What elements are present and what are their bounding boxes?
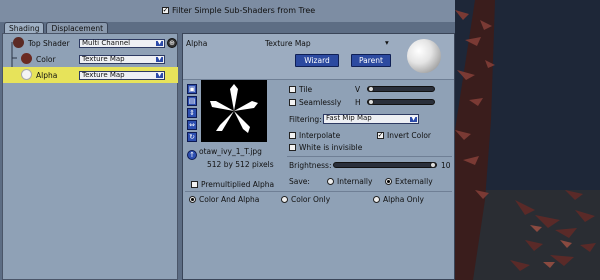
alpha-only-label: Alpha Only (383, 195, 424, 204)
scene-viewport[interactable] (455, 0, 600, 280)
shader-title: Texture Map (265, 39, 311, 48)
tree-item-top-shader[interactable]: Top Shader Multi Channel ▼ ⊕ (3, 35, 178, 51)
select-value: Fast Mip Map (326, 114, 372, 122)
premultiplied-label: Premultiplied Alpha (201, 180, 275, 189)
save-icon[interactable]: ▤ (187, 96, 197, 106)
externally-radio[interactable] (385, 178, 392, 185)
tile-label: Tile (299, 85, 313, 94)
interpolate-option[interactable]: Interpolate (289, 131, 340, 140)
slider-knob[interactable] (368, 86, 374, 92)
seamlessly-label: Seamlessly (299, 98, 342, 107)
white-invisible-checkbox[interactable] (289, 144, 296, 151)
select-value: Multi Channel (82, 39, 131, 47)
filtering-label: Filtering: (289, 115, 322, 124)
tile-option[interactable]: Tile (289, 85, 312, 94)
panel-menu-arrow-icon[interactable]: ▾ (385, 38, 389, 47)
brightness-value: 10 (441, 161, 451, 170)
tree-item-alpha[interactable]: Alpha Texture Map ▼ (3, 67, 178, 83)
channel-name: Alpha (186, 39, 208, 48)
scene-render (455, 0, 600, 280)
internally-radio[interactable] (327, 178, 334, 185)
white-invisible-label: White is invisible (299, 143, 363, 152)
brightness-label: Brightness: (289, 161, 332, 170)
externally-label: Externally (395, 177, 433, 186)
color-and-alpha-radio[interactable] (189, 196, 196, 203)
divider (287, 156, 452, 157)
shader-ball-icon (21, 53, 32, 64)
white-invisible-option[interactable]: White is invisible (289, 143, 362, 152)
interpolate-checkbox[interactable] (289, 132, 296, 139)
rotate-icon[interactable]: ↻ (187, 132, 197, 142)
filter-label: Filter Simple Sub-Shaders from Tree (172, 6, 316, 15)
brightness-slider[interactable] (333, 162, 437, 168)
shader-preview-sphere (407, 39, 441, 73)
invert-color-label: Invert Color (387, 131, 432, 140)
save-label: Save: (289, 177, 310, 186)
up-arrow-icon[interactable]: ↑ (187, 150, 197, 160)
texture-filename: otaw_ivy_1_T.jpg (199, 147, 262, 156)
shader-ball-icon (21, 69, 32, 80)
slider-knob[interactable] (368, 99, 374, 105)
v-label: V (355, 85, 361, 94)
open-folder-icon[interactable]: ▣ (187, 84, 197, 94)
seamlessly-checkbox[interactable] (289, 99, 296, 106)
color-and-alpha-option[interactable]: Color And Alpha (189, 195, 259, 204)
panel-header: Alpha Texture Map ▾ Wizard Parent (183, 34, 454, 80)
texture-dimensions: 512 by 512 pixels (207, 160, 274, 169)
swap-vertical-icon[interactable]: ⇕ (187, 108, 197, 118)
alpha-shader-select[interactable]: Texture Map ▼ (79, 71, 165, 80)
tree-item-label: Alpha (36, 71, 58, 80)
save-internally-option[interactable]: Internally (327, 177, 372, 186)
color-only-radio[interactable] (281, 196, 288, 203)
divider (185, 191, 452, 192)
color-only-option[interactable]: Color Only (281, 195, 330, 204)
premultiplied-alpha-option[interactable]: Premultiplied Alpha (191, 180, 274, 189)
tile-checkbox[interactable] (289, 86, 296, 93)
shader-tree: Top Shader Multi Channel ▼ ⊕ Color Textu… (2, 33, 178, 280)
texture-thumbnail[interactable] (201, 80, 267, 142)
filter-checkbox[interactable]: ✓ (162, 7, 169, 14)
parent-button[interactable]: Parent (351, 54, 391, 67)
invert-color-option[interactable]: ✓ Invert Color (377, 131, 431, 140)
top-shader-select[interactable]: Multi Channel ▼ (79, 39, 165, 48)
tree-item-label: Color (36, 55, 56, 64)
chevron-down-icon: ▼ (156, 56, 163, 62)
ivy-leaf-image (201, 80, 267, 142)
alpha-only-radio[interactable] (373, 196, 380, 203)
seamlessly-option[interactable]: Seamlessly (289, 98, 341, 107)
color-and-alpha-label: Color And Alpha (199, 195, 260, 204)
h-tile-slider[interactable] (367, 99, 435, 105)
v-tile-slider[interactable] (367, 86, 435, 92)
filter-sub-shaders-option[interactable]: ✓ Filter Simple Sub-Shaders from Tree (162, 6, 315, 15)
chevron-down-icon: ▼ (156, 72, 163, 78)
slider-knob[interactable] (430, 162, 436, 168)
shader-ball-icon (13, 37, 24, 48)
select-value: Texture Map (82, 55, 125, 63)
swap-horizontal-icon[interactable]: ⇔ (187, 120, 197, 130)
internally-label: Internally (337, 177, 373, 186)
h-label: H (355, 98, 361, 107)
texture-map-panel: Alpha Texture Map ▾ Wizard Parent ▣ ▤ ⇕ … (182, 33, 455, 280)
tree-item-label: Top Shader (28, 39, 70, 48)
invert-color-checkbox[interactable]: ✓ (377, 132, 384, 139)
premultiplied-checkbox[interactable] (191, 181, 198, 188)
color-only-label: Color Only (291, 195, 331, 204)
save-externally-option[interactable]: Externally (385, 177, 433, 186)
chevron-down-icon: ▼ (156, 40, 163, 46)
filtering-select[interactable]: Fast Mip Map ▼ (323, 114, 419, 124)
shader-ball-menu-icon[interactable]: ⊕ (167, 38, 177, 48)
wizard-button[interactable]: Wizard (295, 54, 339, 67)
chevron-down-icon: ▼ (410, 116, 417, 122)
tree-item-color[interactable]: Color Texture Map ▼ (3, 51, 178, 67)
interpolate-label: Interpolate (299, 131, 341, 140)
top-toolbar: ✓ Filter Simple Sub-Shaders from Tree (0, 0, 455, 22)
select-value: Texture Map (82, 71, 125, 79)
color-shader-select[interactable]: Texture Map ▼ (79, 55, 165, 64)
alpha-only-option[interactable]: Alpha Only (373, 195, 424, 204)
